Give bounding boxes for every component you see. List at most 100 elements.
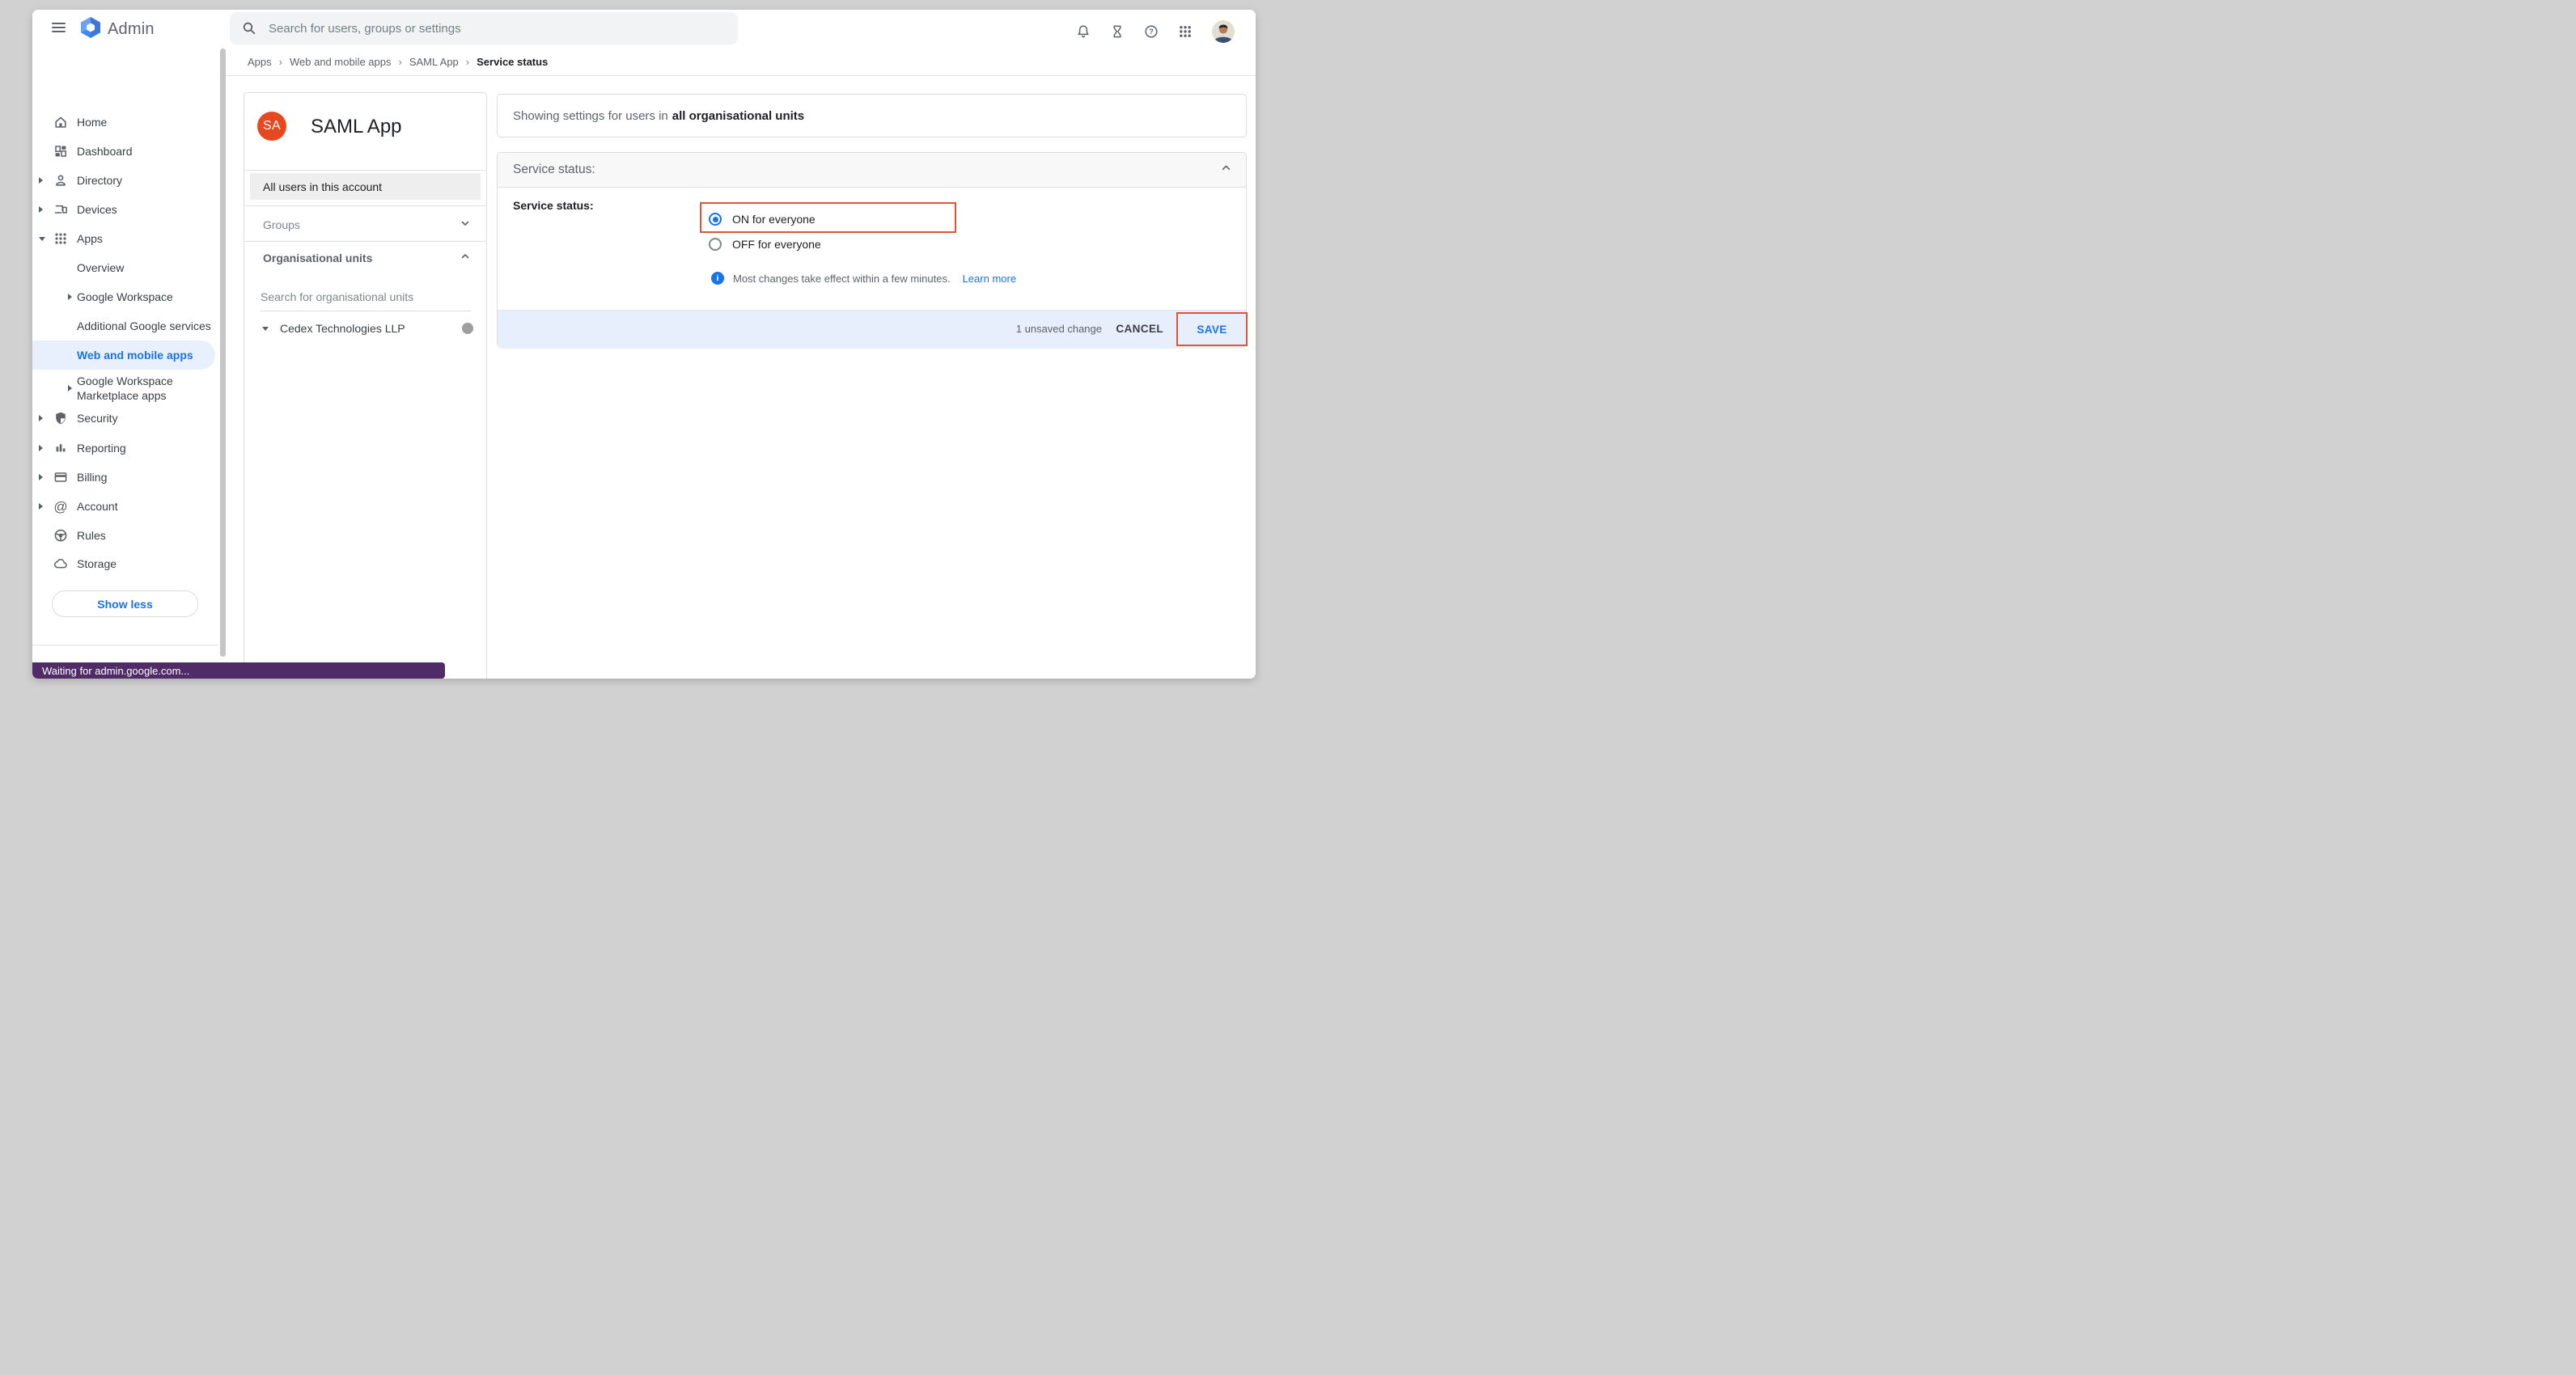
org-tree-root-row[interactable]: Cedex Technologies LLP — [244, 315, 486, 342]
admin-logo-icon — [78, 15, 103, 44]
user-avatar[interactable] — [1212, 20, 1235, 43]
sidebar-item-label: Reporting — [77, 441, 126, 455]
expand-arrow-icon[interactable] — [39, 503, 43, 510]
sidebar-item-storage[interactable]: Storage — [32, 550, 215, 578]
sidebar-item-overview[interactable]: Overview — [32, 254, 215, 281]
sidebar-item-reporting[interactable]: Reporting — [32, 434, 215, 462]
browser-app-window: Admin ? Apps — [32, 10, 1256, 679]
breadcrumb-separator: › — [466, 56, 469, 68]
search-input[interactable] — [267, 21, 691, 36]
sidebar-item-additional-google-services[interactable]: Additional Google services — [32, 312, 215, 340]
sidebar-item-label: Rules — [77, 528, 106, 543]
org-units-search[interactable] — [261, 287, 471, 311]
sidebar-item-label: Directory — [77, 173, 122, 188]
chevron-down-icon — [460, 218, 470, 232]
groups-section-toggle[interactable]: Groups — [244, 211, 486, 239]
card-divider — [244, 241, 486, 242]
save-button[interactable]: SAVE — [1197, 324, 1227, 336]
org-units-section-toggle[interactable]: Organisational units — [244, 244, 486, 272]
browser-status-bar: Waiting for admin.google.com... — [32, 662, 445, 679]
app-info-card: SA SAML App All users in this account Gr… — [244, 92, 487, 679]
help-icon[interactable]: ? — [1144, 24, 1159, 39]
service-status-section-header[interactable]: Service status: — [498, 153, 1246, 188]
cancel-button[interactable]: CANCEL — [1116, 323, 1163, 335]
learn-more-link[interactable]: Learn more — [963, 273, 1016, 285]
person-icon — [53, 173, 68, 188]
sidebar-item-label: Home — [77, 115, 107, 129]
breadcrumb-web-and-mobile-apps[interactable]: Web and mobile apps — [290, 56, 392, 68]
expand-arrow-icon[interactable] — [39, 177, 43, 184]
show-less-label: Show less — [97, 598, 152, 611]
shield-icon — [53, 411, 68, 425]
at-icon: @ — [53, 499, 68, 514]
hourglass-icon[interactable] — [1110, 24, 1125, 39]
expand-arrow-icon[interactable] — [39, 206, 43, 213]
sidebar-item-account[interactable]: @ Account — [32, 493, 215, 520]
settings-scope-card: Showing settings for users in all organi… — [497, 94, 1247, 138]
expand-arrow-icon[interactable] — [39, 415, 43, 421]
apps-icon — [53, 231, 68, 246]
desktop: Admin ? Apps — [0, 0, 1288, 688]
sidebar-item-web-and-mobile-apps[interactable]: Web and mobile apps — [32, 341, 215, 370]
sidebar-item-dashboard[interactable]: Dashboard — [32, 138, 215, 165]
sidebar-item-label: Google Workspace — [77, 290, 173, 304]
breadcrumb-divider — [225, 75, 1256, 76]
radio-selected-icon[interactable] — [709, 213, 722, 226]
sidebar-item-rules[interactable]: Rules — [32, 522, 215, 549]
apps-grid-icon[interactable] — [1178, 24, 1193, 39]
breadcrumb-saml-app[interactable]: SAML App — [409, 56, 459, 68]
chevron-up-icon — [460, 251, 470, 265]
hamburger-menu-button[interactable] — [52, 23, 66, 32]
card-divider — [244, 170, 486, 171]
status-bar-text: Waiting for admin.google.com... — [42, 665, 189, 677]
breadcrumb: Apps › Web and mobile apps › SAML App › … — [248, 56, 548, 68]
save-footer-bar: 1 unsaved change CANCEL SAVE — [498, 310, 1246, 349]
sidebar-item-google-workspace[interactable]: Google Workspace — [32, 283, 215, 311]
product-title: Admin — [108, 20, 155, 39]
expand-arrow-icon[interactable] — [39, 474, 43, 480]
credit-card-icon — [53, 470, 68, 484]
home-icon — [53, 115, 68, 129]
all-users-label: All users in this account — [263, 180, 382, 193]
expand-arrow-icon[interactable] — [68, 294, 72, 300]
breadcrumb-apps[interactable]: Apps — [248, 56, 272, 68]
sidebar-item-devices[interactable]: Devices — [32, 196, 215, 223]
breadcrumb-separator: › — [279, 56, 282, 68]
breadcrumb-separator: › — [399, 56, 402, 68]
org-units-search-input[interactable] — [261, 287, 471, 311]
scope-prefix-text: Showing settings for users in — [513, 109, 668, 123]
info-text: Most changes take effect within a few mi… — [733, 273, 951, 285]
info-icon — [711, 272, 724, 285]
global-search-bar[interactable] — [230, 12, 738, 44]
svg-text:?: ? — [1149, 28, 1154, 36]
radio-option-on[interactable]: ON for everyone — [709, 213, 816, 226]
bell-icon[interactable] — [1076, 24, 1091, 39]
bar-chart-icon — [53, 441, 68, 455]
breadcrumb-current: Service status — [477, 56, 548, 68]
steering-wheel-icon — [53, 528, 68, 543]
collapse-arrow-icon[interactable] — [39, 237, 45, 241]
radio-option-label: OFF for everyone — [732, 238, 821, 251]
service-status-row-label: Service status: — [513, 199, 594, 212]
radio-unselected-icon[interactable] — [709, 238, 722, 251]
section-title: Service status: — [513, 163, 595, 177]
radio-option-off[interactable]: OFF for everyone — [709, 238, 821, 251]
tree-collapse-arrow-icon[interactable] — [262, 327, 269, 331]
sidebar-item-billing[interactable]: Billing — [32, 463, 215, 491]
app-initials-badge: SA — [257, 112, 286, 141]
sidebar-item-label: Storage — [77, 556, 117, 571]
sidebar-item-label: Security — [77, 411, 118, 425]
expand-arrow-icon[interactable] — [39, 445, 43, 451]
sidebar-item-home[interactable]: Home — [32, 108, 215, 136]
sidebar-item-apps[interactable]: Apps — [32, 225, 215, 252]
all-users-scope-row[interactable]: All users in this account — [250, 173, 481, 200]
sidebar-item-label: Apps — [77, 231, 103, 246]
sidebar-item-google-workspace-marketplace-apps[interactable]: Google Workspace Marketplace apps — [32, 371, 215, 405]
expand-arrow-icon[interactable] — [68, 385, 72, 391]
sidebar-scrollbar[interactable] — [220, 49, 226, 657]
show-less-button[interactable]: Show less — [52, 590, 198, 617]
sidebar-item-security[interactable]: Security — [32, 404, 215, 432]
chevron-up-icon[interactable] — [1221, 163, 1231, 177]
app-title: SAML App — [311, 116, 402, 138]
sidebar-item-directory[interactable]: Directory — [32, 167, 215, 194]
